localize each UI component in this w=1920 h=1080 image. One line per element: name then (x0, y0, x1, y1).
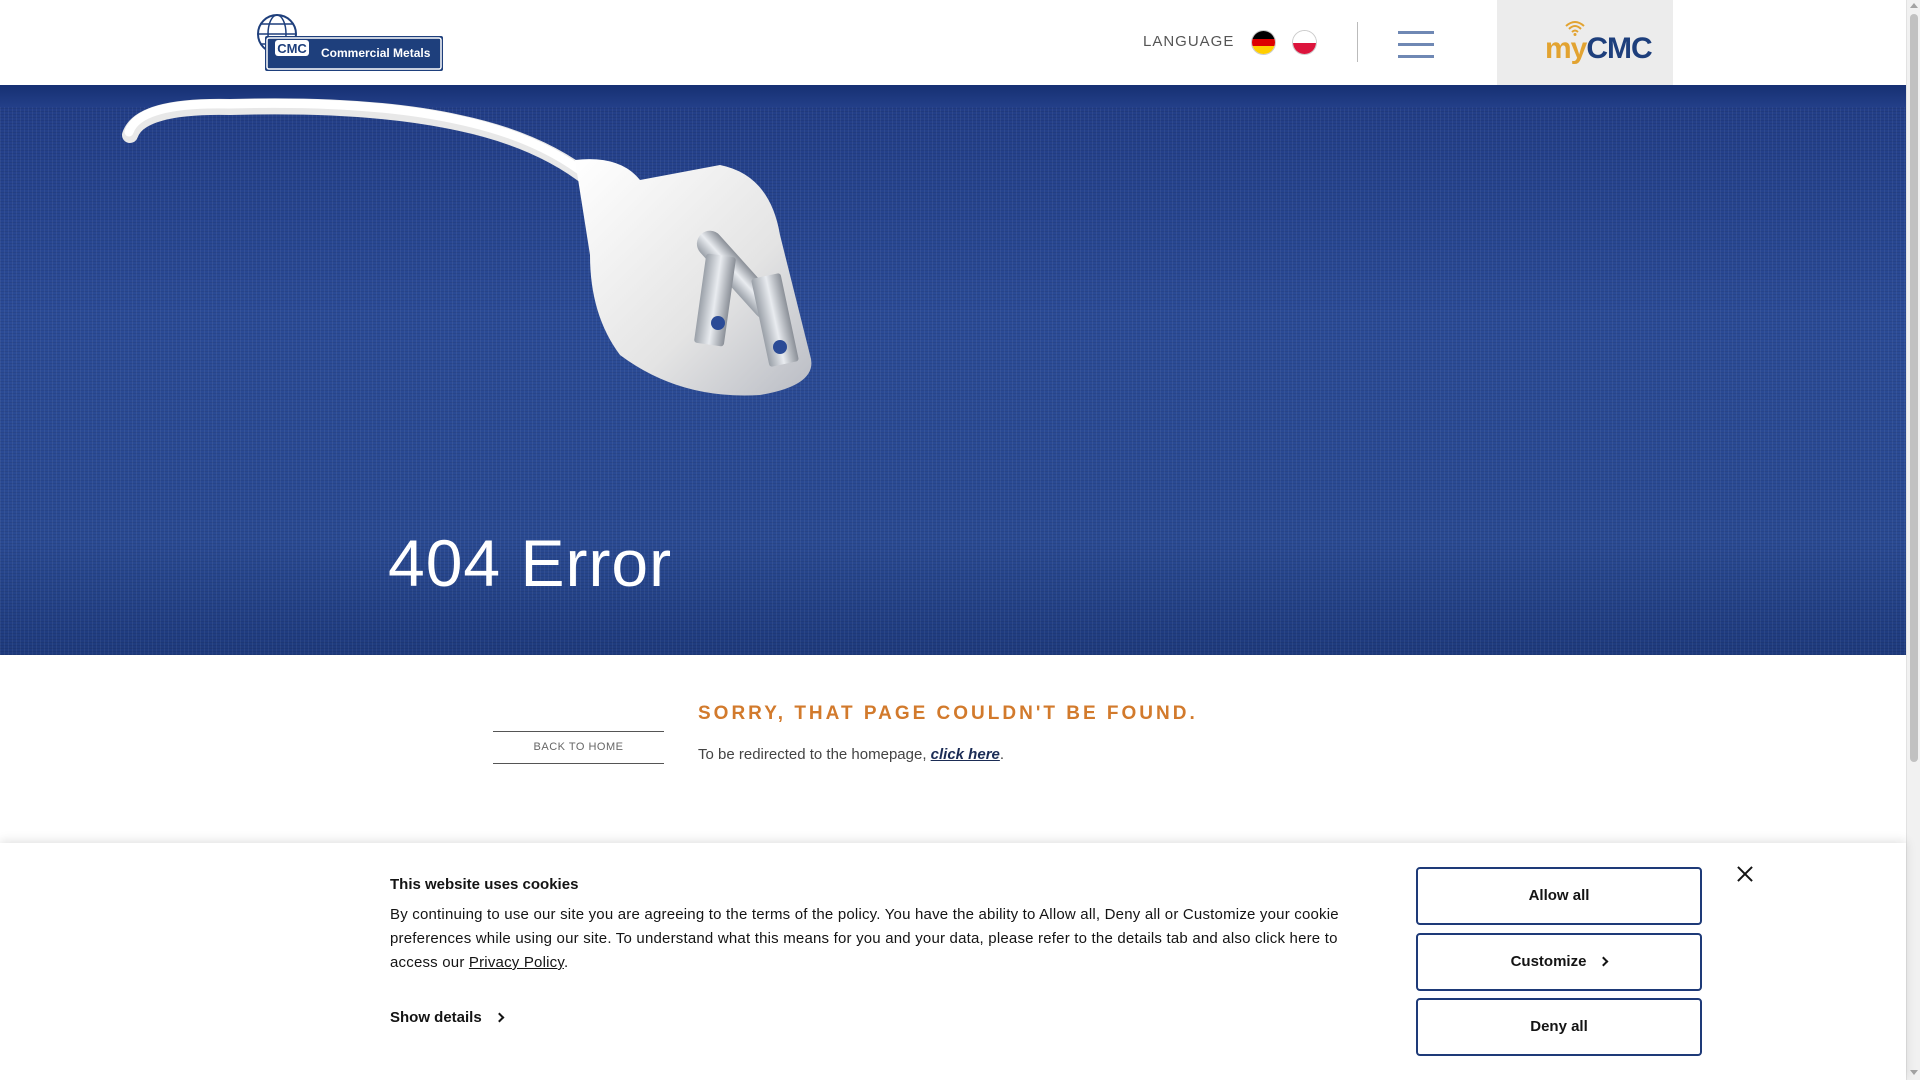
cookie-description: By continuing to use our site you are ag… (390, 903, 1350, 975)
scroll-up-icon[interactable] (1910, 3, 1918, 8)
svg-text:Commercial Metals: Commercial Metals (321, 46, 431, 60)
redirect-prefix: To be redirected to the homepage, (698, 746, 931, 763)
cookie-consent-banner: This website uses cookies By continuing … (0, 843, 1906, 1080)
redirect-text: To be redirected to the homepage, click … (698, 746, 1004, 763)
site-header: CMC Commercial Metals LANGUAGE myCMC (0, 0, 1906, 85)
error-heading: SORRY, THAT PAGE COULDN'T BE FOUND. (698, 703, 1198, 724)
header-divider (1357, 22, 1358, 62)
cmc-logo[interactable]: CMC Commercial Metals (257, 12, 443, 72)
mycmc-login-button[interactable]: myCMC (1497, 0, 1673, 85)
click-here-link[interactable]: click here (931, 746, 1000, 763)
allow-all-button[interactable]: Allow all (1416, 867, 1702, 925)
privacy-policy-link[interactable]: Privacy Policy (469, 954, 564, 971)
show-details-link[interactable]: Show details (390, 1009, 505, 1026)
close-icon[interactable] (1736, 865, 1754, 883)
cookie-title: This website uses cookies (390, 876, 579, 893)
svg-text:CMC: CMC (277, 41, 307, 56)
customize-button[interactable]: Customize (1416, 933, 1702, 991)
redirect-suffix: . (999, 746, 1005, 763)
show-details-label: Show details (390, 1009, 482, 1026)
chevron-right-icon (1598, 956, 1609, 967)
chevron-right-icon (494, 1012, 505, 1023)
back-to-home-button[interactable]: BACK TO HOME (493, 731, 664, 764)
page-scrollbar[interactable] (1906, 0, 1920, 1080)
deny-all-button[interactable]: Deny all (1416, 998, 1702, 1056)
cookie-body-end: . (563, 954, 569, 971)
power-plug-icon (122, 98, 812, 396)
hero-banner: 404 Error (0, 85, 1906, 655)
page-title: 404 Error (388, 526, 673, 600)
customize-label: Customize (1510, 953, 1587, 970)
hamburger-menu-icon[interactable] (1398, 31, 1434, 59)
scroll-down-icon[interactable] (1910, 1070, 1918, 1075)
germany-flag-icon[interactable] (1251, 30, 1276, 55)
mycmc-logo: myCMC (1545, 32, 1653, 65)
scrollbar-thumb[interactable] (1910, 14, 1918, 762)
language-label: LANGUAGE (1143, 33, 1235, 50)
poland-flag-icon[interactable] (1292, 30, 1317, 55)
